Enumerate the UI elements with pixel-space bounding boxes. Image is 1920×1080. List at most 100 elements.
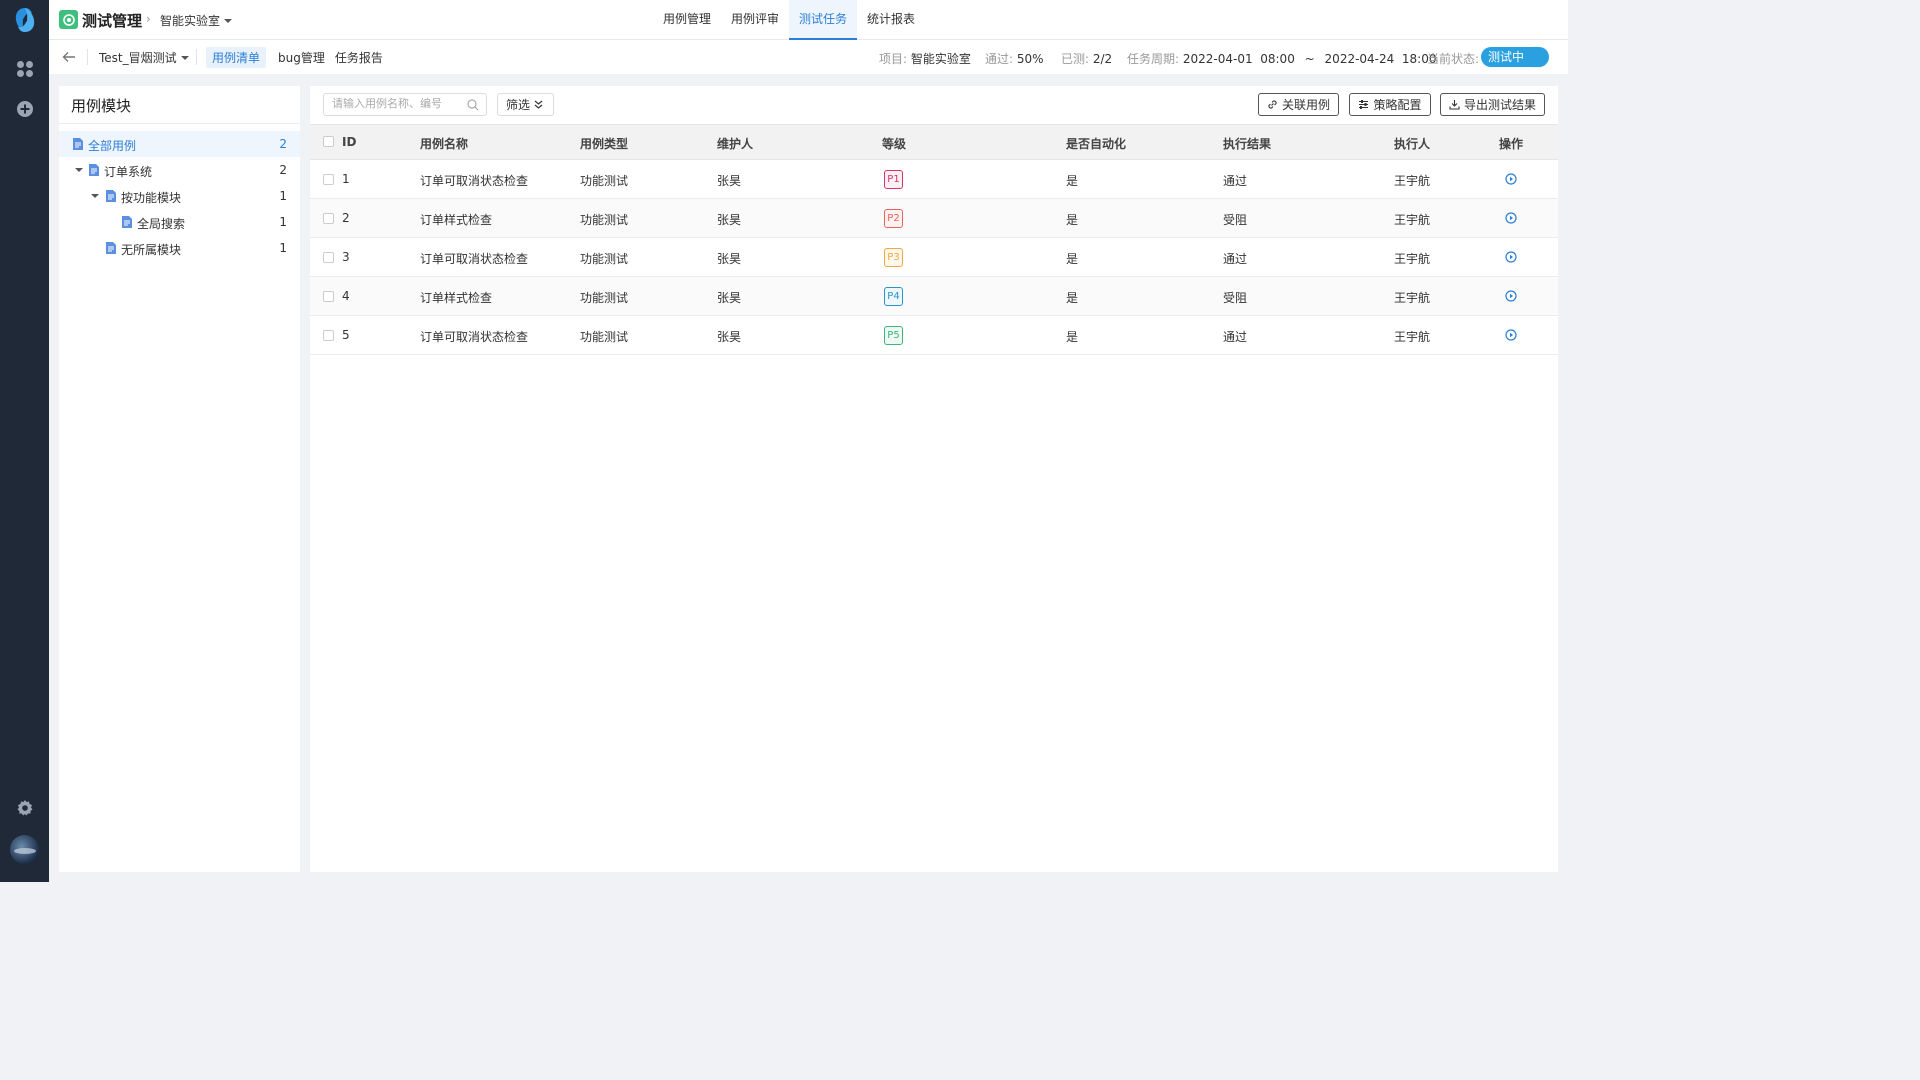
row-checkbox[interactable]: [323, 174, 334, 185]
row-checkbox[interactable]: [323, 213, 334, 224]
tab-case-review[interactable]: 用例评审: [721, 0, 789, 40]
sliders-icon: [1359, 100, 1369, 109]
sub-header: Test_冒烟测试 用例清单 bug管理 任务报告 项目: 智能实验室 通过: …: [49, 40, 1568, 74]
row-checkbox[interactable]: [323, 330, 334, 341]
execute-play-icon[interactable]: [1505, 329, 1517, 341]
divider: [87, 49, 88, 65]
search-box: [323, 93, 487, 116]
tree-item-order-system[interactable]: 订单系统 2: [59, 157, 300, 183]
execute-play-icon[interactable]: [1505, 290, 1517, 302]
file-icon: [106, 190, 116, 202]
meta-status-key: 当前状态:: [1427, 52, 1480, 66]
col-executor: 执行人: [1394, 137, 1431, 151]
back-arrow-icon[interactable]: [61, 49, 77, 65]
module-panel-title: 用例模块: [71, 97, 132, 115]
priority-badge: P4: [884, 287, 903, 306]
execute-play-icon[interactable]: [1505, 212, 1517, 224]
subtab-bug-management[interactable]: bug管理: [272, 47, 331, 68]
tab-case-management[interactable]: 用例管理: [653, 0, 721, 40]
tree-count: 2: [279, 163, 287, 177]
row-checkbox[interactable]: [323, 252, 334, 263]
execute-play-icon[interactable]: [1505, 173, 1517, 185]
meta-tested: 已测: 2/2: [1061, 52, 1113, 66]
add-circle-icon[interactable]: [14, 98, 35, 119]
col-name: 用例名称: [420, 137, 469, 151]
tree-label: 全部用例: [88, 139, 137, 153]
tree-item-no-module[interactable]: 无所属模块 1: [59, 235, 300, 261]
file-icon: [73, 138, 83, 150]
search-input[interactable]: [332, 97, 462, 110]
col-level: 等级: [882, 137, 907, 151]
filter-label: 筛选: [506, 98, 531, 112]
file-icon: [122, 216, 132, 228]
col-operation: 操作: [1499, 137, 1524, 151]
project-name: 智能实验室: [160, 14, 221, 28]
tree-label: 按功能模块: [121, 191, 182, 205]
tree-count: 1: [279, 189, 287, 203]
apps-grid-icon[interactable]: [14, 58, 35, 79]
col-auto: 是否自动化: [1066, 137, 1127, 151]
tree-item-global-search[interactable]: 全局搜索 1: [59, 209, 300, 235]
tree-count: 1: [279, 241, 287, 255]
tree-label: 无所属模块: [121, 243, 182, 257]
priority-badge: P2: [884, 209, 903, 228]
settings-gear-icon[interactable]: [14, 797, 35, 818]
tab-statistics[interactable]: 统计报表: [857, 0, 925, 40]
table-header: ID 用例名称 用例类型 维护人 等级 是否自动化 执行结果 执行人 操作: [310, 124, 1558, 160]
subtab-task-report[interactable]: 任务报告: [329, 47, 389, 68]
app-title: 测试管理: [82, 12, 143, 30]
table-row[interactable]: 1 订单可取消状态检查 功能测试 张昊 P1 是 通过 王宇航: [310, 160, 1558, 199]
tree-count: 2: [279, 137, 287, 151]
link-icon: [1268, 100, 1277, 109]
export-results-button[interactable]: 导出测试结果: [1440, 93, 1545, 116]
col-id: ID: [342, 135, 357, 149]
tree-item-all-cases[interactable]: 全部用例 2: [59, 131, 300, 157]
tree-label: 全局搜索: [137, 217, 186, 231]
table-row[interactable]: 5 订单可取消状态检查 功能测试 张昊 P5 是 通过 王宇航: [310, 316, 1558, 355]
table-row[interactable]: 3 订单可取消状态检查 功能测试 张昊 P3 是 通过 王宇航: [310, 238, 1558, 277]
tree-count: 1: [279, 215, 287, 229]
double-chevron-down-icon: [534, 100, 543, 109]
execute-play-icon[interactable]: [1505, 251, 1517, 263]
task-name: Test_冒烟测试: [99, 51, 177, 65]
table-row[interactable]: 2 订单样式检查 功能测试 张昊 P2 是 受阻 王宇航: [310, 199, 1558, 238]
subtab-case-list[interactable]: 用例清单: [206, 47, 267, 68]
select-all-checkbox[interactable]: [323, 136, 334, 147]
module-panel: 用例模块 全部用例 2 订单系统 2 按功能模块 1 全局搜索 1 无所属模块 …: [59, 86, 300, 872]
main-tabs: 用例管理 用例评审 测试任务 统计报表: [653, 0, 925, 40]
strategy-config-button[interactable]: 策略配置: [1349, 93, 1431, 116]
col-maintainer: 维护人: [717, 137, 754, 151]
search-icon[interactable]: [467, 99, 479, 111]
row-checkbox[interactable]: [323, 291, 334, 302]
col-result: 执行结果: [1223, 137, 1272, 151]
link-case-button[interactable]: 关联用例: [1258, 93, 1339, 116]
task-selector[interactable]: Test_冒烟测试: [99, 49, 189, 66]
priority-badge: P3: [884, 248, 903, 267]
nav-rail: [0, 0, 49, 882]
filter-button[interactable]: 筛选: [497, 93, 554, 116]
col-type: 用例类型: [580, 137, 629, 151]
user-avatar[interactable]: [10, 835, 39, 864]
app-logo-icon: [59, 10, 78, 29]
caret-down-icon[interactable]: [91, 194, 99, 198]
caret-down-icon: [180, 55, 189, 60]
priority-badge: P5: [884, 326, 903, 345]
file-icon: [89, 164, 99, 176]
tree-item-by-function[interactable]: 按功能模块 1: [59, 183, 300, 209]
status-badge[interactable]: 测试中: [1481, 47, 1549, 67]
meta-period: 任务周期: 2022-04-01 08:00 ~ 2022-04-24 18:0…: [1127, 52, 1437, 66]
project-selector[interactable]: 智能实验室: [160, 12, 233, 29]
table-row[interactable]: 4 订单样式检查 功能测试 张昊 P4 是 受阻 王宇航: [310, 277, 1558, 316]
divider: [59, 123, 300, 124]
caret-down-icon: [224, 18, 233, 23]
meta-pass-rate: 通过: 50%: [985, 52, 1044, 66]
file-icon: [106, 242, 116, 254]
sub-tabs: 用例清单 bug管理 任务报告: [206, 47, 389, 68]
top-header: 测试管理 › 智能实验室 用例管理 用例评审 测试任务 统计报表: [49, 0, 1568, 40]
case-list-panel: 筛选 关联用例 策略配置 导出测试结果 ID 用例名称 用例类型 维护人 等级 …: [310, 86, 1558, 872]
tree-label: 订单系统: [104, 165, 153, 179]
caret-down-icon[interactable]: [75, 168, 83, 172]
breadcrumb-chevron-icon: ›: [146, 12, 151, 26]
tab-test-tasks[interactable]: 测试任务: [789, 0, 858, 40]
brand-logo-icon[interactable]: [12, 6, 38, 34]
